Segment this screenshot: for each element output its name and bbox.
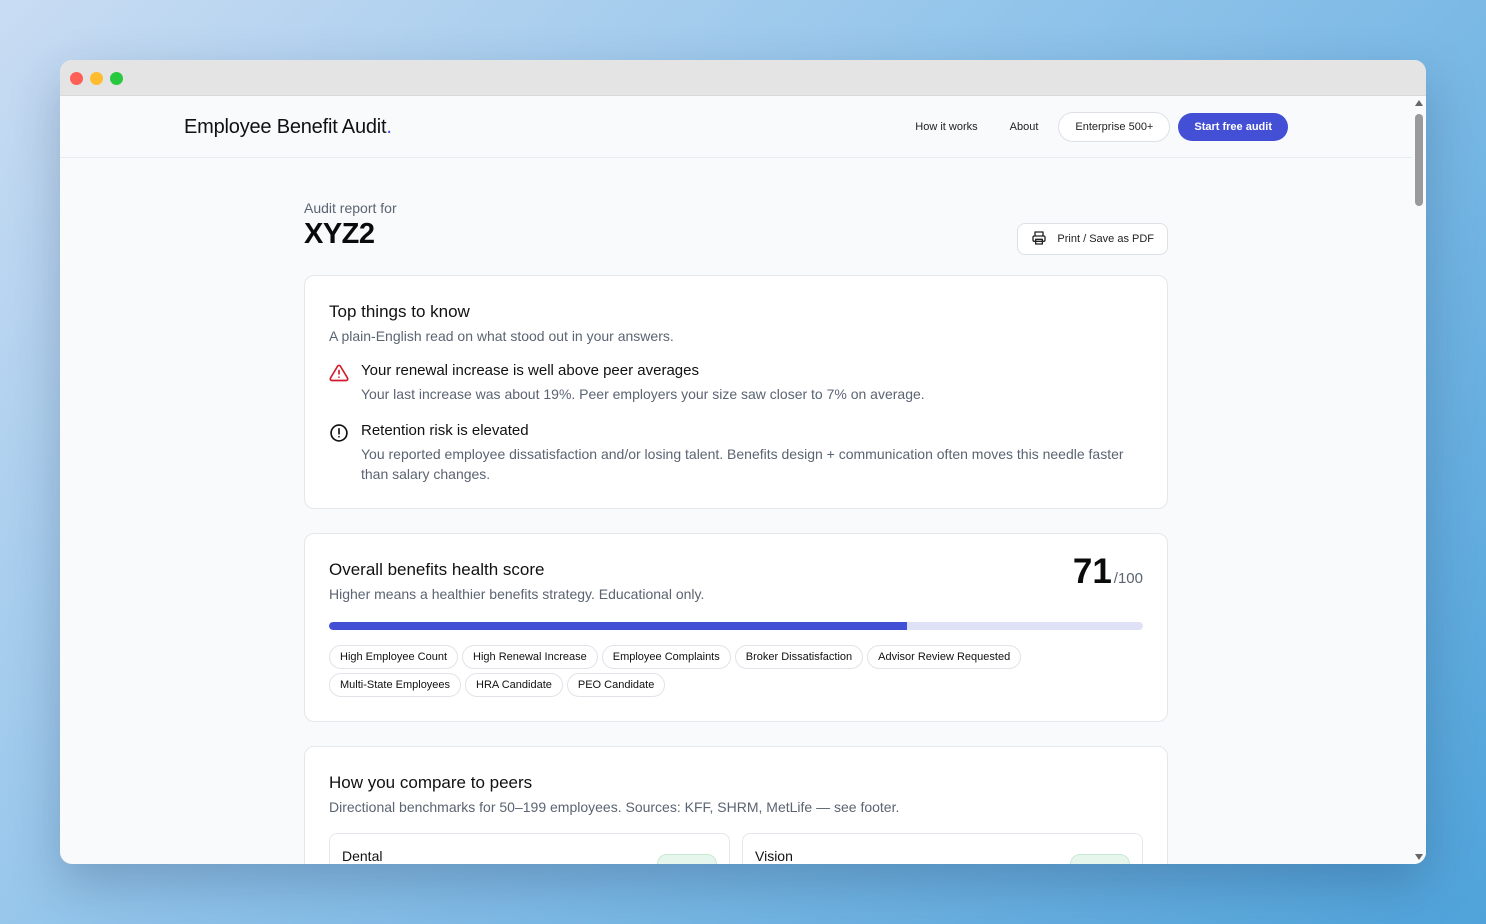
close-window-button[interactable]: [70, 72, 83, 85]
report-label: Audit report for: [304, 200, 397, 216]
tag-hra-candidate: HRA Candidate: [465, 673, 563, 697]
status-badge: [657, 854, 717, 864]
tag-peo-candidate: PEO Candidate: [566, 673, 666, 697]
tag-broker-dissatisfaction: Broker Dissatisfaction: [734, 645, 864, 669]
tag-high-renewal-increase: High Renewal Increase: [462, 645, 598, 669]
peer-comparison-title: How you compare to peers: [329, 773, 533, 792]
report-content: Audit report for XYZ2 Print / Save as PD…: [304, 200, 1168, 864]
brand-name: Employee Benefit Audit: [184, 116, 387, 138]
health-score-description: Higher means a healthier benefits strate…: [329, 586, 705, 602]
top-things-title: Top things to know: [329, 302, 470, 321]
health-score-value: 71 /100: [1073, 552, 1143, 592]
item-body: Your last increase was about 19%. Peer e…: [361, 386, 925, 402]
nav-link-about[interactable]: About: [998, 113, 1051, 141]
tag-employee-complaints: Employee Complaints: [601, 645, 731, 669]
health-score-card: Overall benefits health score Higher mea…: [304, 533, 1168, 722]
scrollbar-thumb[interactable]: [1415, 114, 1423, 206]
start-free-audit-button[interactable]: Start free audit: [1178, 113, 1288, 141]
scroll-down-arrow-icon[interactable]: [1415, 854, 1423, 860]
window-titlebar: [60, 60, 1426, 96]
health-score-header: Overall benefits health score Higher mea…: [329, 552, 1143, 602]
warning-triangle-icon: [329, 363, 349, 404]
nav-link-how-it-works[interactable]: How it works: [903, 113, 989, 141]
maximize-window-button[interactable]: [110, 72, 123, 85]
risk-tags: High Employee Count High Renewal Increas…: [329, 645, 1143, 697]
info-circle-icon: [329, 423, 349, 484]
tag-advisor-review-requested: Advisor Review Requested: [867, 645, 1022, 669]
top-nav: Employee Benefit Audit. How it works Abo…: [60, 96, 1426, 158]
top-things-description: A plain-English read on what stood out i…: [329, 328, 674, 344]
nav-links: How it works About Enterprise 500+ Start…: [903, 112, 1288, 142]
peer-card-vision: Vision: [742, 833, 1143, 864]
brand-logo[interactable]: Employee Benefit Audit.: [184, 116, 392, 139]
top-things-card: Top things to know A plain-English read …: [304, 275, 1168, 509]
peer-cards: Dental Vision: [329, 833, 1143, 864]
list-item: Your renewal increase is well above peer…: [329, 362, 1143, 404]
peer-comparison-card: How you compare to peers Directional ben…: [304, 746, 1168, 864]
list-item: Retention risk is elevated You reported …: [329, 422, 1143, 484]
health-score-title: Overall benefits health score: [329, 560, 545, 579]
item-body: You reported employee dissatisfaction an…: [361, 446, 1124, 482]
peer-comparison-description: Directional benchmarks for 50–199 employ…: [329, 799, 900, 815]
page-scrollbar[interactable]: [1412, 96, 1426, 864]
enterprise-button[interactable]: Enterprise 500+: [1058, 112, 1171, 142]
score-max: /100: [1113, 570, 1143, 587]
peer-card-dental: Dental: [329, 833, 730, 864]
print-button[interactable]: Print / Save as PDF: [1017, 223, 1168, 255]
page-viewport: Employee Benefit Audit. How it works Abo…: [60, 96, 1426, 864]
print-button-label: Print / Save as PDF: [1057, 233, 1154, 245]
printer-icon: [1031, 230, 1047, 249]
score-progress-fill: [329, 622, 907, 630]
score-progress-bar: [329, 622, 1143, 630]
score-number: 71: [1072, 552, 1112, 591]
item-title: Retention risk is elevated: [361, 422, 529, 439]
minimize-window-button[interactable]: [90, 72, 103, 85]
tag-high-employee-count: High Employee Count: [329, 645, 459, 669]
scroll-up-arrow-icon[interactable]: [1415, 100, 1423, 106]
browser-window: Employee Benefit Audit. How it works Abo…: [60, 60, 1426, 864]
tag-multi-state-employees: Multi-State Employees: [329, 673, 462, 697]
status-badge: [1070, 854, 1130, 864]
item-title: Your renewal increase is well above peer…: [361, 362, 699, 379]
brand-period: .: [386, 116, 392, 138]
